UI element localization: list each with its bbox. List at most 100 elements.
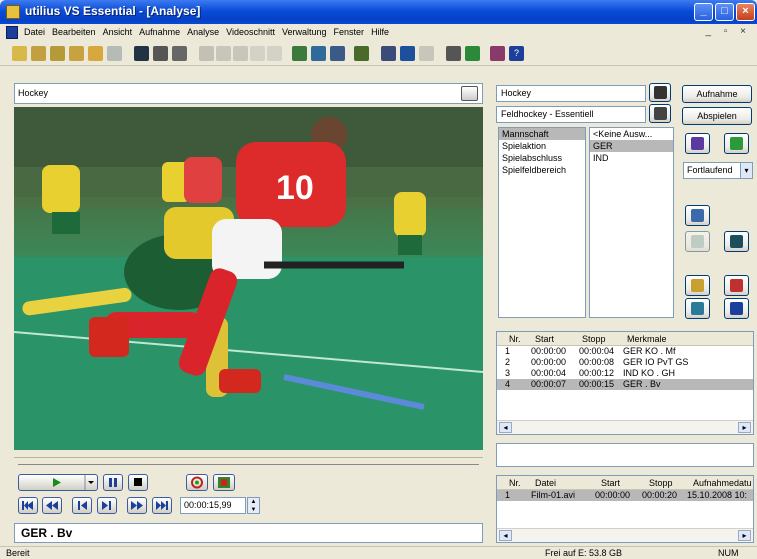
playlist-icon[interactable] <box>400 46 415 61</box>
scroll-left-icon[interactable]: ◂ <box>499 422 512 433</box>
marker-out-button[interactable] <box>724 275 749 296</box>
grid-export-button[interactable] <box>724 231 749 252</box>
play-clip-button[interactable]: Abspielen <box>682 107 752 125</box>
value-item[interactable]: GER <box>590 140 673 152</box>
column-header[interactable]: Stopp <box>649 478 673 488</box>
close-button[interactable]: × <box>736 3 755 21</box>
category-item[interactable]: Spielabschluss <box>499 152 585 164</box>
edit-icon[interactable] <box>446 46 461 61</box>
template-field[interactable]: Feldhockey - Essentiell <box>496 106 646 123</box>
menu-item-datei[interactable]: Datei <box>24 27 45 37</box>
scroll-left-icon[interactable]: ◂ <box>499 530 512 541</box>
record-button[interactable]: Aufnahme <box>682 85 752 103</box>
column-header[interactable]: Aufnahmedatu <box>693 478 752 488</box>
save-template-button[interactable] <box>649 83 671 102</box>
table-row[interactable]: 3 00:00:04 00:00:12 IND KO . GH <box>497 368 753 379</box>
table-row[interactable]: 2 00:00:00 00:00:08 GER IO PvT GS <box>497 357 753 368</box>
list-icon[interactable] <box>311 46 326 61</box>
category-item[interactable]: Mannschaft <box>499 128 585 140</box>
table-row[interactable]: 1 00:00:00 00:00:04 GER KO . Mf <box>497 346 753 357</box>
mdi-controls[interactable]: _ ▫ × <box>705 26 751 37</box>
mode-select[interactable]: Fortlaufend <box>683 162 741 179</box>
skip-start-button[interactable] <box>18 497 38 514</box>
menu-item-bearbeiten[interactable]: Bearbeiten <box>52 27 96 37</box>
notes-field[interactable] <box>496 443 754 467</box>
new-icon[interactable] <box>12 46 27 61</box>
edit-template-button[interactable] <box>649 104 671 123</box>
analysis-icon[interactable] <box>292 46 307 61</box>
column-header[interactable]: Nr. <box>509 334 521 344</box>
value-item[interactable]: <Keine Ausw... <box>590 128 673 140</box>
book-icon[interactable] <box>490 46 505 61</box>
folder-icon[interactable] <box>88 46 103 61</box>
skip-end-button[interactable] <box>152 497 172 514</box>
rewind-button[interactable] <box>42 497 62 514</box>
document-icon[interactable] <box>6 26 18 39</box>
clip-disabled-button[interactable] <box>685 231 710 252</box>
paste-icon[interactable] <box>233 46 248 61</box>
menu-item-aufnahme[interactable]: Aufnahme <box>139 27 180 37</box>
open-icon[interactable] <box>69 46 84 61</box>
cut-icon[interactable] <box>199 46 214 61</box>
table-row-selected[interactable]: 4 00:00:07 00:00:15 GER . Bv <box>497 379 753 390</box>
clip-add-button[interactable] <box>685 205 710 226</box>
menu-item-analyse[interactable]: Analyse <box>187 27 219 37</box>
film-icon[interactable] <box>381 46 396 61</box>
column-header[interactable]: Nr. <box>509 478 521 488</box>
export-icon[interactable] <box>50 46 65 61</box>
step-back-button[interactable] <box>72 497 92 514</box>
table-row-selected[interactable]: 1 Film-01.avi 00:00:00 00:00:20 15.10.20… <box>497 490 753 501</box>
step-forward-button[interactable] <box>97 497 117 514</box>
undo-icon[interactable] <box>250 46 265 61</box>
menu-item-fenster[interactable]: Fenster <box>334 27 365 37</box>
marker-button[interactable] <box>213 474 235 491</box>
menu-item-hilfe[interactable]: Hilfe <box>371 27 389 37</box>
minimize-button[interactable]: _ <box>694 3 713 21</box>
maximize-button[interactable]: □ <box>715 3 734 21</box>
play-button[interactable] <box>18 474 98 491</box>
menu-item-ansicht[interactable]: Ansicht <box>103 27 133 37</box>
clip-icon[interactable] <box>330 46 345 61</box>
grid-icon[interactable] <box>419 46 434 61</box>
category-field[interactable]: Hockey <box>496 85 646 102</box>
timecode-field[interactable]: 00:00:15,99 <box>180 497 246 514</box>
loop-button[interactable] <box>186 474 208 491</box>
marker-settings-button[interactable] <box>685 133 710 154</box>
save-as-icon[interactable] <box>134 46 149 61</box>
column-header[interactable]: Stopp <box>582 334 606 344</box>
column-header[interactable]: Merkmale <box>627 334 667 344</box>
redo-icon[interactable] <box>267 46 282 61</box>
preview-icon[interactable] <box>172 46 187 61</box>
files-scrollbar[interactable]: ◂ ▸ <box>497 528 753 542</box>
save-icon[interactable] <box>107 46 122 61</box>
scroll-right-icon[interactable]: ▸ <box>738 422 751 433</box>
move-up-button[interactable] <box>685 298 710 319</box>
video-frame[interactable]: 10 <box>14 107 483 450</box>
move-down-button[interactable] <box>724 298 749 319</box>
timecode-spinner[interactable]: ▲ ▼ <box>247 497 260 514</box>
stop-button[interactable] <box>128 474 148 491</box>
column-header[interactable]: Start <box>535 334 554 344</box>
pause-button[interactable] <box>103 474 123 491</box>
category-item[interactable]: Spielaktion <box>499 140 585 152</box>
events-scrollbar[interactable]: ◂ ▸ <box>497 420 753 434</box>
cut-video-icon[interactable] <box>354 46 369 61</box>
video-window-icon[interactable] <box>461 86 478 101</box>
scroll-right-icon[interactable]: ▸ <box>738 530 751 541</box>
chevron-down-icon[interactable]: ▾ <box>740 162 753 179</box>
menu-item-verwaltung[interactable]: Verwaltung <box>282 27 327 37</box>
value-item[interactable]: IND <box>590 152 673 164</box>
statistics-button[interactable] <box>724 133 749 154</box>
import-icon[interactable] <box>31 46 46 61</box>
column-header[interactable]: Start <box>601 478 620 488</box>
menu-item-videoschnitt[interactable]: Videoschnitt <box>226 27 275 37</box>
category-item[interactable]: Spielfeldbereich <box>499 164 585 176</box>
marker-in-button[interactable] <box>685 275 710 296</box>
print-icon[interactable] <box>153 46 168 61</box>
column-header[interactable]: Datei <box>535 478 556 488</box>
copy-icon[interactable] <box>216 46 231 61</box>
timeline-slider[interactable] <box>14 457 483 469</box>
fast-forward-button[interactable] <box>127 497 147 514</box>
refresh-icon[interactable] <box>465 46 480 61</box>
help-icon[interactable]: ? <box>509 46 524 61</box>
